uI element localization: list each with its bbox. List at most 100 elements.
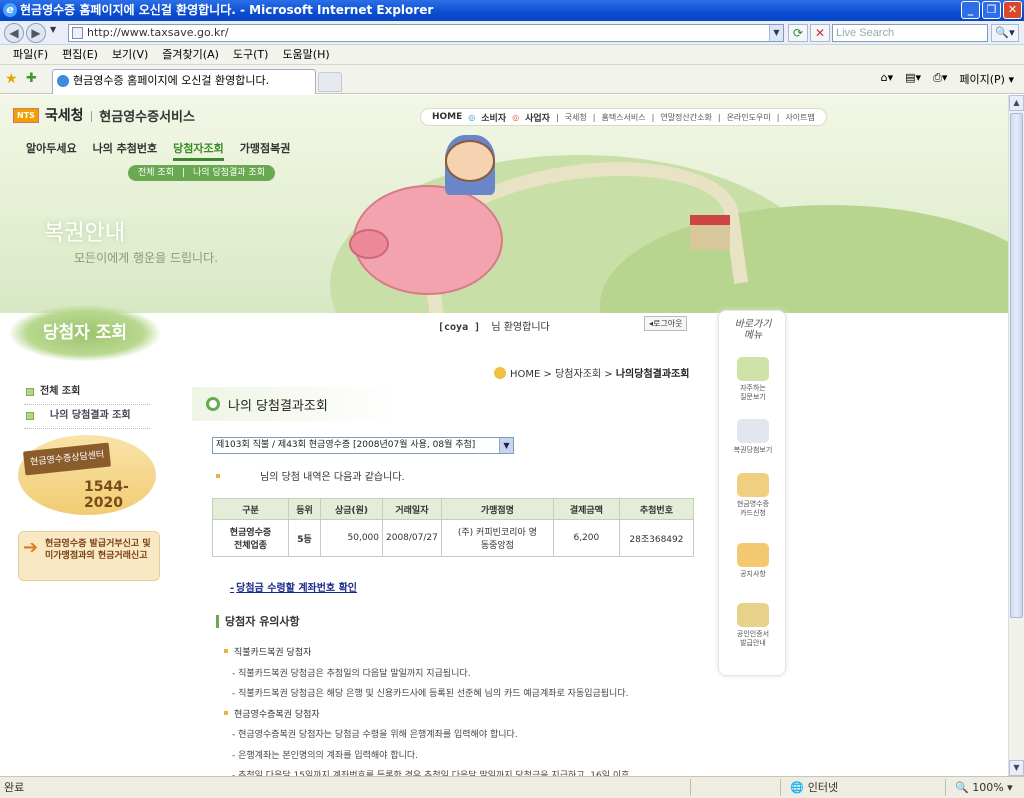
- notes-line: - 추첨일 다음달 15일까지 계좌번호를 등록한 경우 추첨일 다음달 말일까…: [232, 771, 630, 776]
- call-center-banner[interactable]: 현금영수증상담센터 1544-2020: [18, 435, 156, 515]
- gnb-my-numbers[interactable]: 나의 추첨번호: [93, 140, 158, 161]
- cell-store: (주) 커피빈코리아 명 동중앙점: [440, 519, 554, 557]
- status-bar: 완료 🌐 인터넷 🔍 100% ▾: [0, 776, 1024, 798]
- quick-lottery[interactable]: 복권당첨보기: [723, 419, 783, 455]
- boy-head: [445, 140, 495, 182]
- quick-cert[interactable]: 공인인증서 발급안내: [723, 603, 783, 648]
- notes-title: 당첨자 유의사항: [216, 615, 300, 628]
- menu-tools[interactable]: 도구(T): [226, 45, 276, 64]
- welcome-message: [coya ] 님 환영합니다: [438, 318, 550, 333]
- cell-type-line: 현금영수증: [229, 528, 272, 538]
- print-icon[interactable]: ⎙▾: [933, 71, 947, 87]
- security-zone: 🌐 인터넷: [790, 777, 838, 798]
- status-divider: [690, 779, 691, 796]
- breadcrumb-home[interactable]: HOME: [510, 369, 540, 380]
- search-button[interactable]: 🔍▾: [991, 24, 1019, 42]
- topnav-sitemap[interactable]: 사이트맵: [785, 112, 814, 123]
- breadcrumb-winner[interactable]: 당첨자조회: [555, 369, 601, 380]
- close-button[interactable]: ✕: [1003, 1, 1022, 19]
- new-tab-button[interactable]: [318, 72, 342, 92]
- result-notice: 님의 당첨 내역은 다음과 같습니다.: [216, 468, 405, 483]
- maximize-button[interactable]: ❐: [982, 1, 1001, 19]
- account-check-link[interactable]: - 당첨금 수령할 계좌번호 확인: [230, 579, 357, 594]
- menu-view[interactable]: 보기(V): [105, 45, 155, 64]
- chevron-down-icon[interactable]: ▼: [499, 438, 513, 453]
- scroll-up-icon[interactable]: ▲: [1009, 95, 1024, 111]
- zoom-control[interactable]: 🔍 100% ▾: [955, 777, 1013, 798]
- logout-button[interactable]: ◂로그아웃: [644, 316, 688, 331]
- status-divider: [780, 779, 781, 796]
- search-input[interactable]: Live Search: [832, 24, 988, 42]
- notes-line: - 은행계좌는 본인명의의 계좌를 입력해야 합니다.: [232, 750, 419, 761]
- subnav-my-result[interactable]: 나의 당첨결과 조회: [193, 165, 265, 181]
- scroll-down-icon[interactable]: ▼: [1009, 760, 1024, 776]
- breadcrumb-separator: >: [540, 369, 556, 380]
- cell-date: 2008/07/27: [382, 519, 442, 557]
- tab-current[interactable]: 현금영수증 홈페이지에 오신걸 환영합니다.: [52, 69, 316, 94]
- history-dropdown-icon[interactable]: ▼: [50, 25, 56, 34]
- menu-bar: 파일(F) 편집(E) 보기(V) 즐겨찾기(A) 도구(T) 도움말(H): [0, 45, 1024, 65]
- topnav-hometax[interactable]: 홈택스서비스: [601, 112, 645, 123]
- top-nav: HOME ◎ 소비자 ◎ 사업자 | 국세청 | 홈택스서비스 | 연말정산간소화 | 온라…: [420, 108, 827, 126]
- call-center-number: 1544-2020: [84, 479, 129, 511]
- breadcrumb: HOME > 당첨자조회 > 나의당첨결과조회: [494, 365, 689, 380]
- quick-notice[interactable]: 공지사항: [723, 543, 783, 579]
- title-circle-icon: [206, 397, 220, 411]
- forward-button[interactable]: ▶: [26, 23, 46, 43]
- gnb-store-lottery[interactable]: 가맹점복권: [240, 140, 291, 161]
- minimize-button[interactable]: _: [961, 1, 980, 19]
- quick-faq[interactable]: 자주하는 질문보기: [723, 357, 783, 402]
- page-menu[interactable]: 페이지(P) ▾: [959, 71, 1014, 87]
- result-notice-text: 님의 당첨 내역은 다음과 같습니다.: [260, 472, 405, 483]
- menu-file[interactable]: 파일(F): [6, 45, 55, 64]
- page-content: NTS 국세청 | 현금영수증서비스 HOME ◎ 소비자 ◎ 사업자 | 국세청 |…: [0, 95, 1008, 776]
- topnav-home[interactable]: HOME: [432, 112, 462, 122]
- vertical-scrollbar[interactable]: ▲ ▼: [1008, 95, 1024, 776]
- topnav-yearend[interactable]: 연말정산간소화: [660, 112, 712, 123]
- scroll-thumb[interactable]: [1010, 113, 1023, 618]
- notes-line: - 직불카드복권 당첨금은 추첨일의 다음달 말일까지 지급됩니다.: [232, 668, 471, 679]
- quick-menu-title: 바로가기 메뉴: [727, 319, 779, 341]
- topnav-consumer[interactable]: 소비자: [481, 111, 506, 124]
- feeds-icon[interactable]: ▤▾: [905, 71, 921, 87]
- quick-card[interactable]: 현금영수증 카드신청: [723, 473, 783, 518]
- home-icon[interactable]: ⌂▾: [881, 71, 894, 87]
- window-title: 현금영수증 홈페이지에 오신걸 환영합니다. - Microsoft Inter…: [20, 3, 434, 17]
- gnb-notice[interactable]: 알아두세요: [26, 140, 77, 161]
- report-banner[interactable]: ➔ 현금영수증 발급거부신고 및 미가맹점과의 현금거래신고: [18, 531, 160, 581]
- topnav-online-help[interactable]: 온라인도우미: [727, 112, 771, 123]
- url-input[interactable]: http://www.taxsave.go.kr/ ▼: [68, 24, 784, 42]
- stop-button[interactable]: ✕: [810, 24, 830, 42]
- col-header: 가맹점명: [440, 498, 554, 520]
- menu-edit[interactable]: 편집(E): [55, 45, 105, 64]
- nts-logo-icon: NTS: [13, 107, 39, 123]
- sidebar-item-my-result[interactable]: 나의 당첨결과 조회: [24, 405, 150, 429]
- topnav-nts[interactable]: 국세청: [565, 112, 587, 123]
- username: [coya ]: [438, 322, 481, 333]
- add-favorites-icon[interactable]: ✚: [26, 71, 37, 86]
- site-logo[interactable]: NTS 국세청 | 현금영수증서비스: [13, 105, 195, 125]
- back-button[interactable]: ◀: [4, 23, 24, 43]
- round-select[interactable]: 제103회 직불 / 제43회 현금영수증 [2008년07월 사용, 08월 …: [212, 437, 514, 454]
- quick-menu-title-line: 바로가기: [734, 319, 772, 330]
- favorites-star-icon[interactable]: ★: [5, 71, 18, 87]
- menu-help[interactable]: 도움말(H): [275, 45, 336, 64]
- subnav-all[interactable]: 전체 조회: [138, 165, 174, 181]
- ie-icon: e: [3, 3, 17, 17]
- sidebar-item-all[interactable]: 전체 조회: [24, 381, 150, 405]
- notes-heading: 직불카드복권 당첨자: [224, 643, 724, 664]
- book-icon: [737, 357, 769, 381]
- menu-favorites[interactable]: 즐겨찾기(A): [155, 45, 226, 64]
- main-nav: 알아두세요 나의 추첨번호 당첨자조회 가맹점복권: [26, 140, 290, 161]
- refresh-button[interactable]: ⟳: [788, 24, 808, 42]
- sidebar-item-label: 전체 조회: [40, 386, 81, 397]
- pig-illustration: [349, 185, 503, 295]
- page-title-bar: 나의 당첨결과조회: [188, 387, 708, 421]
- url-dropdown-icon[interactable]: ▼: [769, 25, 783, 41]
- gnb-winner-lookup[interactable]: 당첨자조회: [173, 140, 224, 161]
- zone-text: 인터넷: [807, 781, 839, 794]
- service-name: 현금영수증서비스: [99, 109, 195, 125]
- account-check-link-text: 당첨금 수령할 계좌번호 확인: [236, 583, 358, 594]
- topnav-business[interactable]: 사업자: [525, 111, 550, 124]
- quick-faq-label: 자주하는: [740, 384, 766, 392]
